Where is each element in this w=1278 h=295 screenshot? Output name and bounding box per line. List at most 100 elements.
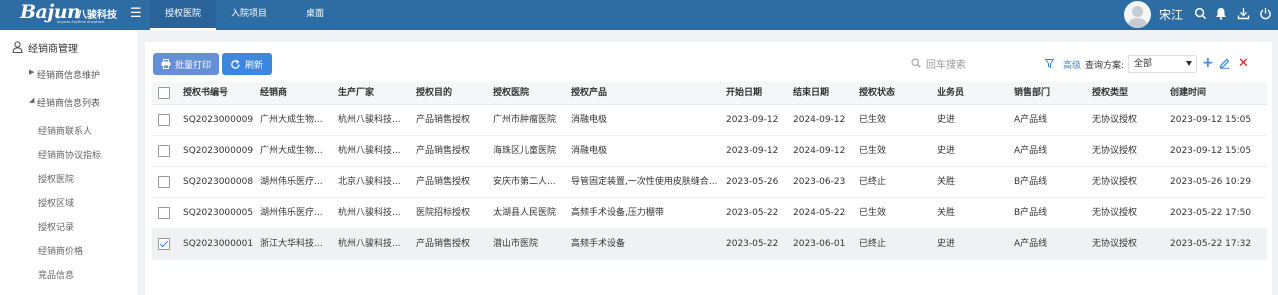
- filter-icon[interactable]: [1044, 59, 1055, 71]
- search-input[interactable]: 回车搜索: [911, 56, 1031, 72]
- col-header[interactable]: 授权产品: [571, 82, 607, 105]
- cell-product: 消融电极: [571, 146, 608, 156]
- table-row[interactable]: SQ2023000005 湖州伟乐医疗... 杭州八骏科技... 医院招标授权 …: [152, 198, 1267, 229]
- logo-brand-cn: 八骏科技: [77, 10, 117, 21]
- sidebar-item-authorized-regions[interactable]: 授权区域: [38, 196, 74, 209]
- cell-manufacturer: 杭州八骏科技...: [338, 146, 401, 156]
- menu-toggle-icon[interactable]: ☰: [130, 6, 142, 21]
- cell-product: 导管固定装置,一次性使用皮肤缝合...: [571, 177, 718, 187]
- tab-desktop[interactable]: 桌面: [282, 0, 348, 30]
- cell-salesperson: 史进: [937, 146, 956, 156]
- edit-scheme-icon[interactable]: [1219, 58, 1230, 72]
- logo[interactable]: Bajun 八骏科技 Anyone Anytime Anywhere: [20, 1, 130, 26]
- cell-auth-type: 无协议授权: [1092, 239, 1138, 249]
- refresh-button[interactable]: 刷新: [222, 53, 272, 75]
- col-header[interactable]: 结束日期: [793, 82, 829, 105]
- col-header[interactable]: 经销商: [260, 82, 287, 105]
- sidebar-group-label: 经销商信息列表: [37, 99, 101, 109]
- cell-created: 2023-09-12 15:05: [1170, 115, 1252, 125]
- download-icon[interactable]: [1237, 7, 1251, 21]
- sidebar-item-authorization-records[interactable]: 授权记录: [38, 220, 74, 233]
- top-bar: Bajun 八骏科技 Anyone Anytime Anywhere ☰ 授权医…: [0, 0, 1278, 30]
- table-row[interactable]: SQ2023000009 广州大成生物... 杭州八骏科技... 产品销售授权 …: [152, 105, 1267, 136]
- cell-end-date: 2024-09-12: [793, 146, 846, 156]
- tab-admission-projects[interactable]: 入院项目: [216, 0, 282, 30]
- power-icon[interactable]: [1259, 7, 1273, 21]
- printer-icon: [161, 59, 171, 69]
- cell-hospital: 太湖县人民医院: [493, 208, 557, 218]
- cell-auth-no: SQ2023000005: [183, 208, 254, 218]
- refresh-label: 刷新: [245, 60, 264, 71]
- col-header[interactable]: 授权医院: [493, 82, 529, 105]
- cell-hospital: 海珠区儿童医院: [493, 146, 557, 156]
- query-scheme-label: 查询方案:: [1085, 61, 1125, 71]
- cell-product: 高频手术设备,压力棚带: [571, 208, 664, 218]
- cell-purpose: 医院招标授权: [416, 208, 471, 218]
- sidebar-group-label: 经销商信息维护: [37, 71, 101, 81]
- sidebar-item-authorized-hospitals[interactable]: 授权医院: [38, 172, 74, 185]
- authorization-table: 授权书编号 经销商 生产厂家 授权目的 授权医院 授权产品 开始日期 结束日期 …: [152, 82, 1267, 260]
- cell-hospital: 安庆市第二人...: [493, 177, 556, 187]
- row-checkbox[interactable]: [158, 114, 170, 126]
- query-scheme-select[interactable]: 全部: [1128, 55, 1197, 73]
- col-header[interactable]: 授权类型: [1092, 82, 1128, 105]
- cell-purpose: 产品销售授权: [416, 115, 471, 125]
- cell-end-date: 2023-06-23: [793, 177, 846, 187]
- col-header[interactable]: 创建时间: [1170, 82, 1206, 105]
- row-checkbox[interactable]: [158, 176, 170, 188]
- top-nav: 授权医院 入院项目 桌面: [150, 0, 348, 30]
- delete-scheme-icon[interactable]: ✕: [1238, 56, 1249, 71]
- cell-created: 2023-05-26 10:29: [1170, 177, 1252, 187]
- main-content: 批量打印 刷新 回车搜索 高级 查询方案: 全部 + ✕ 授权书编号 经销商 生…: [137, 30, 1278, 295]
- advanced-search-link[interactable]: 高级: [1063, 58, 1081, 71]
- cell-purpose: 产品销售授权: [416, 239, 471, 249]
- col-header[interactable]: 授权状态: [859, 82, 895, 105]
- table-row[interactable]: SQ2023000008 湖州伟乐医疗... 北京八骏科技... 产品销售授权 …: [152, 167, 1267, 198]
- cell-dealer: 湖州伟乐医疗...: [260, 208, 323, 218]
- col-header[interactable]: 生产厂家: [338, 82, 374, 105]
- refresh-icon: [231, 59, 240, 69]
- cell-department: A产品线: [1014, 146, 1048, 156]
- search-icon[interactable]: [1194, 7, 1208, 21]
- cell-auth-type: 无协议授权: [1092, 146, 1138, 156]
- cell-hospital: 广州市肿瘤医院: [493, 115, 557, 125]
- col-header[interactable]: 授权目的: [416, 82, 452, 105]
- col-header[interactable]: 授权书编号: [183, 82, 228, 105]
- cell-auth-no: SQ2023000009: [183, 115, 254, 125]
- row-checkbox[interactable]: [158, 207, 170, 219]
- bell-icon[interactable]: [1215, 7, 1229, 21]
- cell-dealer: 广州大成生物...: [260, 146, 323, 156]
- row-checkbox[interactable]: [158, 238, 170, 250]
- select-all-checkbox[interactable]: [158, 87, 170, 99]
- cell-auth-no: SQ2023000008: [183, 177, 254, 187]
- cell-product: 高频手术设备: [571, 239, 626, 249]
- cell-end-date: 2024-05-22: [793, 208, 846, 218]
- username[interactable]: 宋江: [1159, 6, 1183, 23]
- table-row[interactable]: SQ2023000001 浙江大华科技... 杭州八骏科技... 产品销售授权 …: [152, 229, 1267, 260]
- row-checkbox[interactable]: [158, 145, 170, 157]
- sidebar-item-dealer-agreement[interactable]: 经销商协议指标: [38, 148, 101, 161]
- sidebar-item-competitor-info[interactable]: 竞品信息: [38, 268, 74, 281]
- batch-print-button[interactable]: 批量打印: [153, 53, 219, 75]
- cell-status: 已生效: [859, 208, 887, 218]
- avatar[interactable]: [1124, 1, 1151, 28]
- cell-dealer: 湖州伟乐医疗...: [260, 177, 323, 187]
- sidebar-item-dealer-prices[interactable]: 经销商价格: [38, 244, 83, 257]
- tab-authorized-hospitals[interactable]: 授权医院: [150, 0, 216, 30]
- sidebar-group-dealer-maintenance[interactable]: ▶ 经销商信息维护: [29, 68, 101, 81]
- cell-department: A产品线: [1014, 115, 1048, 125]
- cell-salesperson: 关胜: [937, 208, 956, 218]
- col-header[interactable]: 销售部门: [1014, 82, 1050, 105]
- sidebar-item-dealer-contacts[interactable]: 经销商联系人: [38, 124, 92, 137]
- sidebar-group-dealer-list[interactable]: ◢ 经销商信息列表: [29, 96, 101, 109]
- col-header[interactable]: 开始日期: [726, 82, 762, 105]
- cell-dealer: 广州大成生物...: [260, 115, 323, 125]
- table-row[interactable]: SQ2023000009 广州大成生物... 杭州八骏科技... 产品销售授权 …: [152, 136, 1267, 167]
- col-header[interactable]: 业务员: [937, 82, 964, 105]
- cell-start-date: 2023-09-12: [726, 115, 779, 125]
- batch-print-label: 批量打印: [175, 60, 212, 71]
- cell-manufacturer: 杭州八骏科技...: [338, 239, 401, 249]
- cell-end-date: 2024-09-12: [793, 115, 846, 125]
- add-scheme-icon[interactable]: +: [1202, 55, 1214, 71]
- cell-purpose: 产品销售授权: [416, 146, 471, 156]
